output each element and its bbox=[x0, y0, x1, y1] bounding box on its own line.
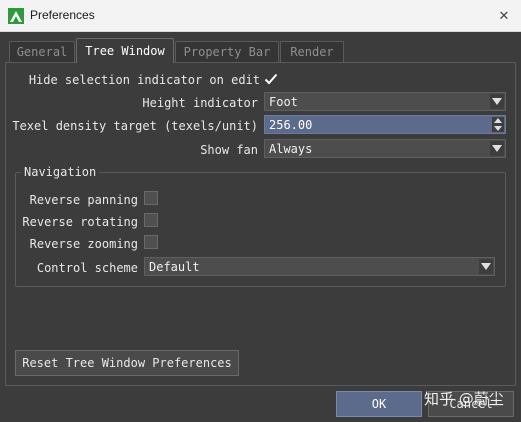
checkmark-icon bbox=[264, 73, 278, 85]
height-indicator-label: Height indicator bbox=[142, 96, 258, 110]
chevron-down-icon bbox=[479, 259, 493, 274]
texel-density-input[interactable]: 256.00 bbox=[264, 115, 506, 134]
tab-property-bar[interactable]: Property Bar bbox=[175, 41, 279, 62]
control-scheme-value: Default bbox=[149, 260, 200, 274]
reverse-rotating-checkbox[interactable] bbox=[144, 213, 158, 227]
tab-render[interactable]: Render bbox=[280, 41, 344, 62]
reverse-panning-checkbox[interactable] bbox=[144, 191, 158, 205]
close-button[interactable]: ✕ bbox=[487, 0, 521, 32]
tab-tree-window[interactable]: Tree Window bbox=[76, 38, 174, 63]
reverse-rotating-label: Reverse rotating bbox=[22, 215, 138, 229]
hide-selection-label: Hide selection indicator on edit bbox=[28, 73, 260, 87]
app-icon bbox=[8, 8, 24, 24]
chevron-up-icon bbox=[494, 118, 502, 124]
navigation-group-title: Navigation bbox=[21, 165, 100, 179]
window-title: Preferences bbox=[30, 8, 95, 22]
watermark: 知乎 @蔚尘 bbox=[424, 390, 504, 408]
title-bar: Preferences ✕ bbox=[0, 0, 521, 32]
ok-button[interactable]: OK bbox=[336, 391, 422, 417]
height-indicator-select[interactable]: Foot bbox=[264, 92, 506, 111]
reverse-zooming-label: Reverse zooming bbox=[29, 237, 138, 251]
texel-density-label: Texel density target (texels/unit) bbox=[12, 119, 258, 133]
control-scheme-label: Control scheme bbox=[36, 261, 138, 275]
show-fan-value: Always bbox=[269, 142, 313, 156]
reverse-zooming-checkbox[interactable] bbox=[144, 235, 158, 249]
show-fan-select[interactable]: Always bbox=[264, 139, 506, 158]
reset-preferences-button[interactable]: Reset Tree Window Preferences bbox=[15, 350, 239, 376]
chevron-down-icon bbox=[494, 125, 502, 131]
chevron-down-icon bbox=[490, 94, 504, 109]
close-icon: ✕ bbox=[498, 8, 510, 24]
show-fan-label: Show fan bbox=[200, 143, 258, 157]
texel-density-value: 256.00 bbox=[269, 118, 313, 132]
height-indicator-value: Foot bbox=[269, 95, 298, 109]
tab-general[interactable]: General bbox=[9, 41, 75, 62]
chevron-down-icon bbox=[490, 141, 504, 156]
reverse-panning-label: Reverse panning bbox=[29, 193, 138, 207]
control-scheme-select[interactable]: Default bbox=[144, 257, 495, 276]
spin-arrows[interactable] bbox=[492, 117, 504, 132]
hide-selection-checkbox[interactable] bbox=[264, 72, 278, 86]
